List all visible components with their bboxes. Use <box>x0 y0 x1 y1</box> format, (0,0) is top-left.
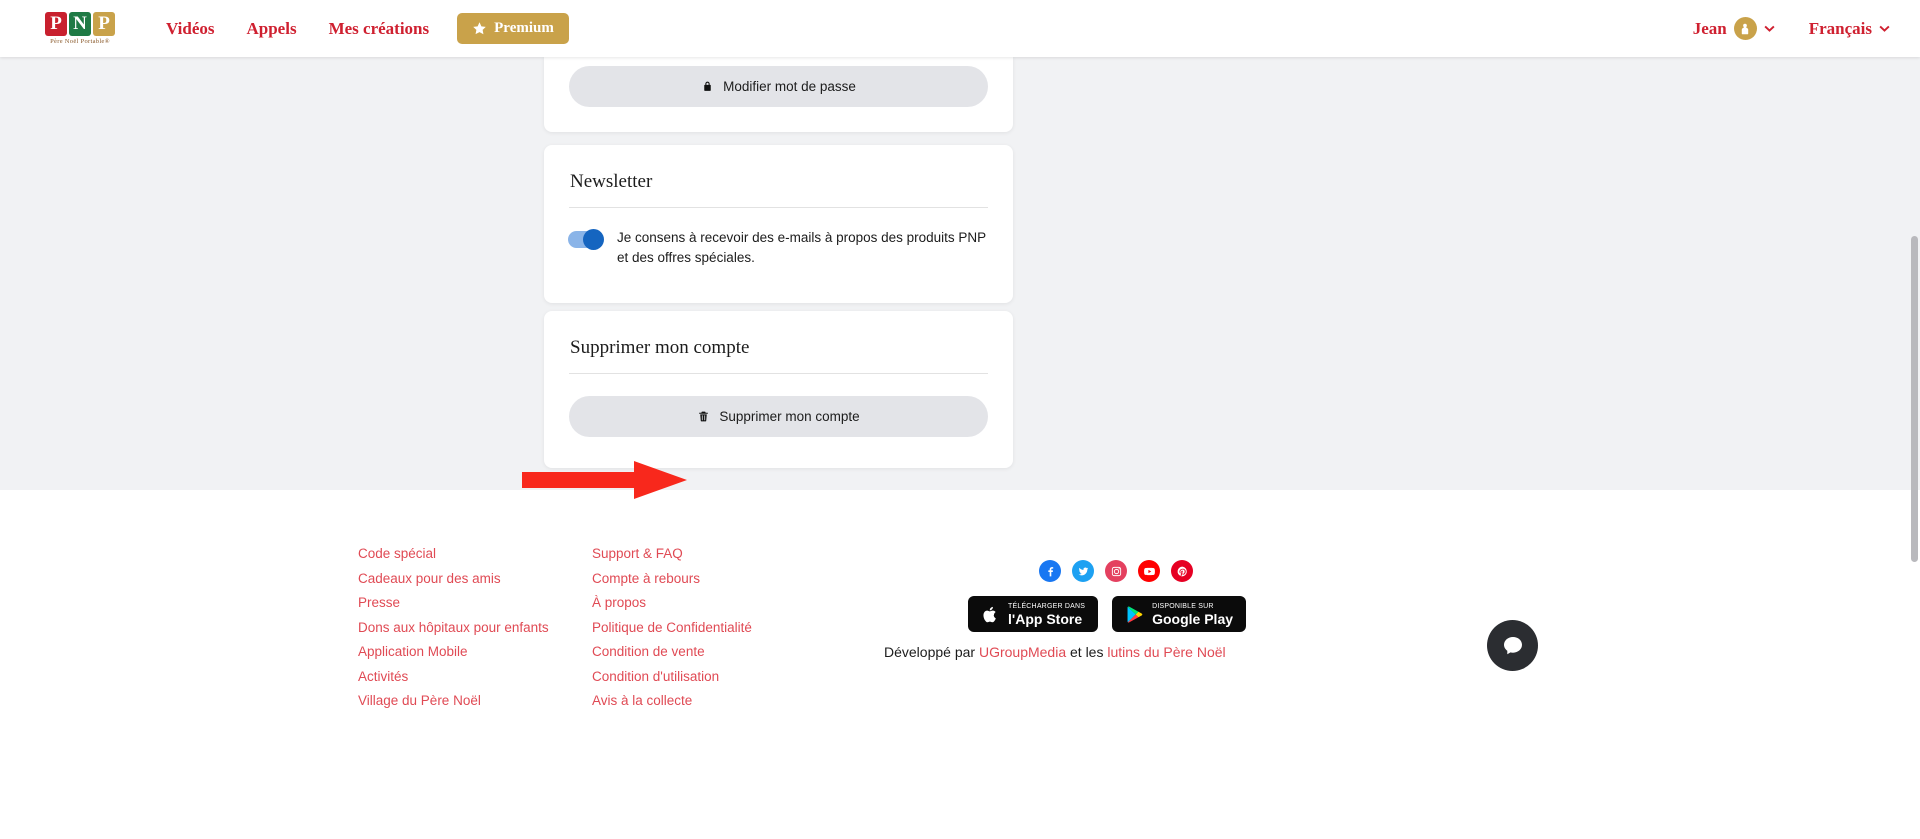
newsletter-card: Newsletter Je consens à recevoir des e-m… <box>544 145 1013 303</box>
logo-tiles: P N P <box>45 12 115 36</box>
app-store-small-label: Télécharger dans <box>1008 602 1086 610</box>
site-footer: Code spécial Cadeaux pour des amis Press… <box>0 490 1920 839</box>
google-play-text: Disponible sur Google Play <box>1152 603 1233 626</box>
footer-link-presse[interactable]: Presse <box>358 593 549 612</box>
delete-account-title: Supprimer mon compte <box>570 337 750 358</box>
chevron-down-icon <box>1879 25 1890 32</box>
google-play-small-label: Disponible sur <box>1152 602 1214 610</box>
developed-by-prefix: Développé par <box>884 644 979 660</box>
footer-link-avis-collecte[interactable]: Avis à la collecte <box>592 691 752 710</box>
footer-link-politique-confidentialite[interactable]: Politique de Confidentialité <box>592 618 752 637</box>
footer-link-cadeaux-amis[interactable]: Cadeaux pour des amis <box>358 569 549 588</box>
footer-link-village-pere-noel[interactable]: Village du Père Noël <box>358 691 549 710</box>
developed-by-line: Développé par UGroupMedia et les lutins … <box>884 644 1226 660</box>
app-store-text: Télécharger dans l'App Store <box>1008 603 1085 626</box>
footer-link-application-mobile[interactable]: Application Mobile <box>358 642 549 661</box>
page-scrollbar[interactable] <box>1911 236 1918 562</box>
annotation-arrow <box>522 461 687 499</box>
google-play-big-label: Google Play <box>1152 610 1234 627</box>
user-menu[interactable]: Jean <box>1693 17 1775 40</box>
chevron-down-icon <box>1764 25 1775 32</box>
premium-label: Premium <box>494 20 554 36</box>
app-store-big-label: l'App Store <box>1008 610 1083 627</box>
footer-link-activites[interactable]: Activités <box>358 667 549 686</box>
language-label: Français <box>1808 18 1872 38</box>
footer-link-condition-vente[interactable]: Condition de vente <box>592 642 752 661</box>
pinterest-icon[interactable] <box>1171 560 1193 582</box>
lock-icon <box>704 81 711 91</box>
delete-account-card: Supprimer mon compte Supprimer mon compt… <box>544 311 1013 468</box>
logo-tile-p1: P <box>45 12 67 36</box>
footer-link-code-special[interactable]: Code spécial <box>358 544 549 563</box>
toggle-knob <box>583 229 604 250</box>
change-password-label: Modifier mot de passe <box>723 79 856 94</box>
change-password-button[interactable]: Modifier mot de passe <box>569 66 988 107</box>
app-store-badge[interactable]: Télécharger dans l'App Store <box>968 596 1099 632</box>
chat-bubble-icon <box>1503 636 1522 654</box>
star-icon <box>473 22 486 35</box>
newsletter-toggle[interactable] <box>568 229 604 250</box>
developed-by-middle: et les <box>1066 644 1108 660</box>
social-links <box>1039 560 1193 582</box>
pnp-logo[interactable]: P N P Père Noël Portable® <box>34 12 126 45</box>
newsletter-consent-label: Je consens à recevoir des e-mails à prop… <box>617 230 986 265</box>
google-play-badge[interactable]: Disponible sur Google Play <box>1112 596 1247 632</box>
password-card: Modifier mot de passe <box>544 56 1013 132</box>
language-menu[interactable]: Français <box>1809 19 1890 39</box>
nav-item-mes-creations[interactable]: Mes créations <box>329 19 430 39</box>
footer-link-a-propos[interactable]: À propos <box>592 593 752 612</box>
youtube-icon[interactable] <box>1138 560 1160 582</box>
newsletter-title: Newsletter <box>570 171 653 192</box>
newsletter-consent-row: Je consens à recevoir des e-mails à prop… <box>544 208 1013 268</box>
logo-tile-p2: P <box>93 12 115 36</box>
page-root: P N P Père Noël Portable® Vidéos Appels … <box>0 0 1920 839</box>
footer-link-support-faq[interactable]: Support & FAQ <box>592 544 752 563</box>
logo-tile-n: N <box>69 12 91 36</box>
footer-column-2: Support & FAQ Compte à rebours À propos … <box>592 544 752 710</box>
footer-column-1: Code spécial Cadeaux pour des amis Press… <box>358 544 549 710</box>
nav-item-videos[interactable]: Vidéos <box>166 19 215 39</box>
header-right: Jean Français <box>1693 17 1890 40</box>
twitter-icon[interactable] <box>1072 560 1094 582</box>
nav-item-appels[interactable]: Appels <box>247 19 297 39</box>
app-badges: Télécharger dans l'App Store Disponible … <box>968 596 1247 632</box>
footer-link-compte-rebours[interactable]: Compte à rebours <box>592 569 752 588</box>
google-play-icon <box>1125 603 1145 625</box>
facebook-icon[interactable] <box>1039 560 1061 582</box>
footer-link-dons-hopitaux[interactable]: Dons aux hôpitaux pour enfants <box>358 618 549 637</box>
instagram-icon[interactable] <box>1105 560 1127 582</box>
logo-tagline: Père Noël Portable® <box>50 38 110 45</box>
trash-icon <box>699 411 709 422</box>
footer-link-condition-utilisation[interactable]: Condition d'utilisation <box>592 667 752 686</box>
apple-icon <box>981 603 1001 625</box>
lutins-link[interactable]: lutins du Père Noël <box>1107 644 1225 660</box>
user-name: Jean <box>1692 18 1727 38</box>
ugroupmedia-link[interactable]: UGroupMedia <box>979 644 1066 660</box>
main-nav: Vidéos Appels Mes créations <box>166 19 429 39</box>
chat-widget-button[interactable] <box>1487 620 1538 671</box>
delete-account-button[interactable]: Supprimer mon compte <box>569 396 988 437</box>
elf-avatar-icon <box>1733 17 1757 40</box>
main-content: Modifier mot de passe Newsletter Je cons… <box>0 56 1920 499</box>
delete-account-label: Supprimer mon compte <box>719 409 860 424</box>
site-header: P N P Père Noël Portable® Vidéos Appels … <box>0 0 1920 57</box>
premium-button[interactable]: Premium <box>457 13 569 44</box>
